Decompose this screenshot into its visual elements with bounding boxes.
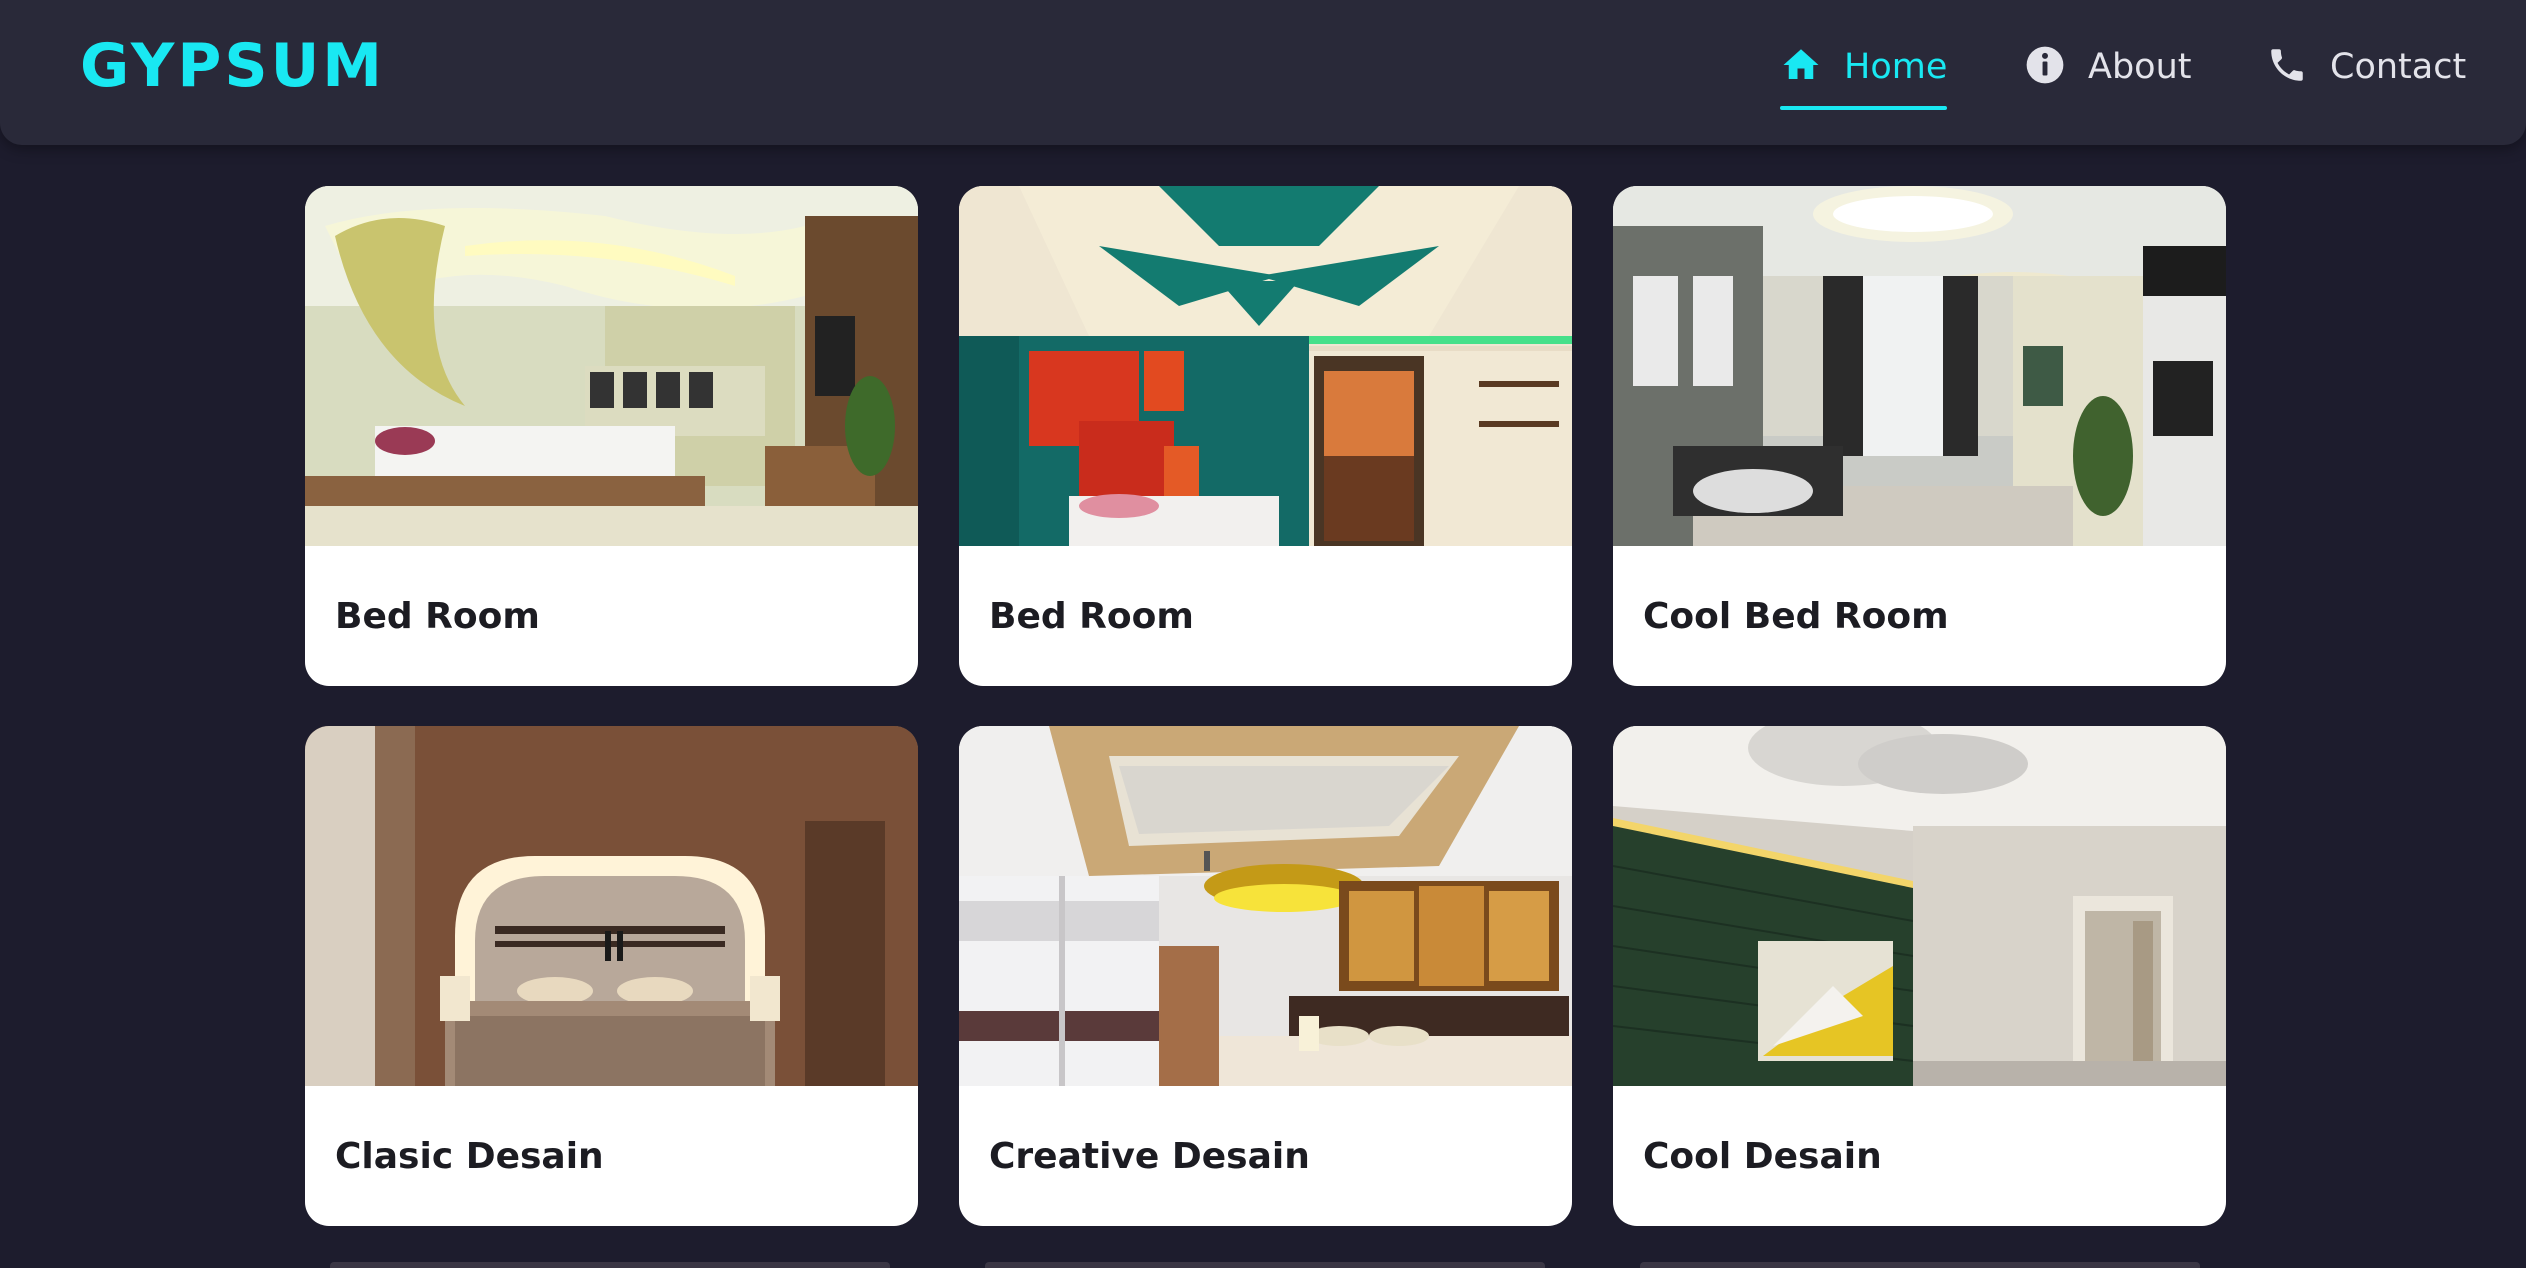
card-title: Creative Desain [989, 1135, 1310, 1177]
card-photo [305, 726, 918, 1086]
nav-contact-label: Contact [2330, 47, 2467, 87]
card-photo [959, 186, 1572, 546]
card-photo [305, 186, 918, 546]
navbar: GYPSUM Home About Contact [0, 0, 2526, 145]
nav-about-label: About [2088, 47, 2192, 87]
card-photo [959, 726, 1572, 1086]
card-photo [1613, 726, 2226, 1086]
card-title: Bed Room [989, 595, 1194, 637]
phone-icon [2271, 49, 2303, 81]
next-row-peek [985, 1262, 1545, 1268]
gallery-card[interactable]: Cool Desain [1613, 726, 2226, 1226]
next-row-peek [1640, 1262, 2200, 1268]
card-photo [1613, 186, 2226, 546]
gallery-grid: Bed Room Bed Room Cool Bed Room Clasic D… [305, 186, 2227, 1226]
card-title: Bed Room [335, 595, 540, 637]
info-icon [2026, 46, 2064, 84]
card-title: Cool Desain [1643, 1135, 1882, 1177]
nav-home-label: Home [1844, 47, 1948, 87]
gallery-card[interactable]: Cool Bed Room [1613, 186, 2226, 686]
nav-home-link[interactable]: Home [1780, 47, 1948, 110]
nav-about-link[interactable]: About [2024, 46, 2192, 110]
next-row-peek [330, 1262, 890, 1268]
card-title: Cool Bed Room [1643, 595, 1949, 637]
home-icon [1783, 49, 1819, 79]
nav-contact-link[interactable]: Contact [2266, 48, 2466, 110]
gallery-card[interactable]: Bed Room [959, 186, 1572, 686]
brand-logo[interactable]: GYPSUM [80, 36, 385, 96]
card-title: Clasic Desain [335, 1135, 604, 1177]
gallery-card[interactable]: Creative Desain [959, 726, 1572, 1226]
gallery-card[interactable]: Bed Room [305, 186, 918, 686]
gallery-card[interactable]: Clasic Desain [305, 726, 918, 1226]
